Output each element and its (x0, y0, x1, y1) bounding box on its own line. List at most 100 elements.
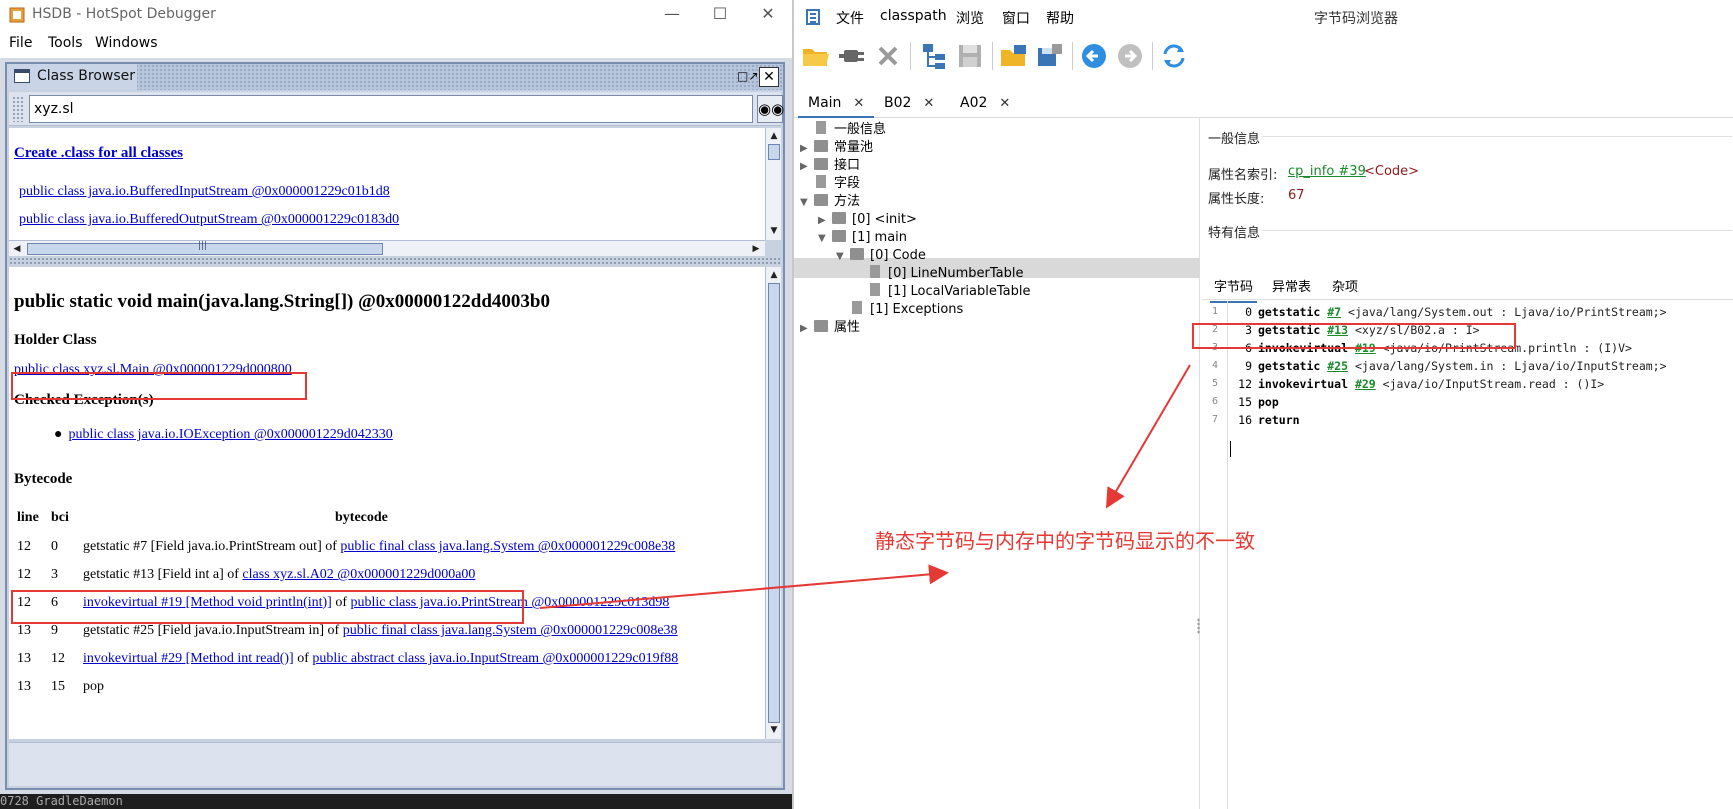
detail-vertical-scrollbar[interactable]: ▲ ▼ (765, 267, 781, 739)
open-folder-icon (832, 230, 846, 242)
refresh-icon[interactable] (1158, 40, 1190, 72)
menu-browse[interactable]: 浏览 (956, 8, 984, 28)
specific-info-heading: 特有信息 (1208, 226, 1261, 241)
document-icon (816, 121, 826, 134)
class-browser-title-bar[interactable]: Class Browser □↗ ✕ (7, 64, 783, 90)
close-tab-icon[interactable]: ✕ (853, 96, 864, 111)
class-list-vertical-scrollbar[interactable]: ▲ ▼ (765, 128, 781, 240)
scroll-down-icon[interactable]: ▼ (767, 723, 781, 737)
save-workspace-icon[interactable] (1034, 40, 1066, 72)
scroll-left-icon[interactable]: ◀ (10, 242, 24, 256)
plug-icon[interactable] (836, 40, 868, 72)
holder-class-link[interactable]: public class xyz.sl.Main @0x000001229d00… (14, 362, 292, 378)
tree-node-exceptions[interactable]: [1] Exceptions (836, 300, 963, 320)
close-tab-icon[interactable]: ✕ (923, 96, 934, 111)
tree-node-constant-pool[interactable]: ▶ 常量池 (800, 138, 873, 158)
binoculars-search-icon[interactable]: ◉◉ (757, 95, 784, 123)
scroll-thumb[interactable] (768, 144, 780, 160)
tree-node-general[interactable]: 一般信息 (800, 120, 886, 140)
tab-a02[interactable]: A02 ✕ (950, 90, 1020, 118)
tab-misc[interactable]: 杂项 (1328, 276, 1362, 301)
menu-windows[interactable]: Windows (95, 35, 158, 51)
tree-node-code[interactable]: ▼ [0] Code (836, 246, 926, 266)
menu-file[interactable]: File (9, 35, 32, 51)
scroll-right-icon[interactable]: ▶ (749, 242, 763, 256)
instruction-text: getstatic #13 [Field int a] of (83, 567, 243, 582)
class-link[interactable]: public abstract class java.io.InputStrea… (312, 651, 678, 666)
expand-arrow-icon[interactable]: ▶ (800, 319, 814, 339)
close-icon[interactable]: ✕ (759, 67, 779, 87)
back-arrow-icon[interactable] (1078, 40, 1110, 72)
bytecode-cell: invokevirtual #19 [Method void println(i… (83, 595, 669, 611)
cp-info-link[interactable]: cp_info #39 (1288, 164, 1366, 179)
tree-node-init[interactable]: ▶ [0] <init> (818, 210, 917, 230)
hierarchy-icon[interactable] (918, 40, 950, 72)
tree-node-attributes[interactable]: ▶ 属性 (800, 318, 860, 338)
tree-node-interfaces[interactable]: ▶ 接口 (800, 156, 860, 176)
close-file-icon[interactable] (872, 40, 904, 72)
cp-ref-link[interactable]: #13 (1327, 323, 1348, 337)
forward-arrow-icon[interactable] (1114, 40, 1146, 72)
close-icon[interactable]: ✕ (748, 3, 788, 27)
tab-main[interactable]: Main ✕ (798, 90, 875, 118)
bytecode-viewer-window: 文件 classpath 浏览 窗口 帮助 字节码浏览器 Main ✕ B02 ✕ … (792, 0, 1733, 809)
menu-classpath[interactable]: classpath (880, 8, 947, 24)
operand: <xyz/sl/B02.a : I> (1354, 323, 1480, 337)
tree-node-label: [0] Code (870, 248, 926, 263)
class-list-item[interactable]: public class java.io.BufferedInputStream… (19, 184, 390, 200)
document-icon (870, 265, 880, 278)
cp-ref-link[interactable]: #19 (1355, 341, 1376, 355)
menu-tools[interactable]: Tools (48, 35, 83, 51)
menu-help[interactable]: 帮助 (1046, 8, 1074, 28)
tree-node-local-variable-table[interactable]: [1] LocalVariableTable (854, 282, 1031, 302)
class-link[interactable]: public final class java.lang.System @0x0… (343, 623, 678, 638)
class-link[interactable]: public final class java.lang.System @0x0… (340, 539, 675, 554)
tab-b02[interactable]: B02 ✕ (874, 90, 944, 118)
method-link[interactable]: invokevirtual #29 [Method int read()] (83, 651, 294, 666)
scroll-up-icon[interactable]: ▲ (767, 129, 781, 143)
tree-node-line-number-table[interactable]: [0] LineNumberTable (854, 264, 1023, 284)
close-tab-icon[interactable]: ✕ (999, 96, 1010, 111)
cp-ref-link[interactable]: #25 (1327, 359, 1348, 373)
tree-node-methods[interactable]: ▼ 方法 (800, 192, 860, 212)
open-workspace-icon[interactable] (998, 40, 1030, 72)
tree-node-main[interactable]: ▼ [1] main (818, 228, 907, 248)
tree-node-label: [1] Exceptions (870, 302, 964, 317)
class-link[interactable]: public class java.io.PrintStream @0x0000… (351, 595, 670, 610)
tab-bytecode[interactable]: 字节码 (1210, 276, 1258, 303)
tab-exception-table[interactable]: 异常表 (1268, 276, 1315, 301)
scroll-down-icon[interactable]: ▼ (767, 224, 781, 238)
cp-ref-link[interactable]: #29 (1355, 377, 1376, 391)
minimize-icon[interactable]: — (652, 3, 692, 27)
maximize-icon[interactable]: ☐ (700, 3, 740, 27)
split-pane-divider[interactable] (9, 257, 781, 265)
method-link[interactable]: invokevirtual #19 [Method void println(i… (83, 595, 332, 610)
menu-window[interactable]: 窗口 (1002, 8, 1030, 28)
collapse-arrow-icon[interactable]: ▼ (818, 229, 832, 249)
scroll-thumb[interactable] (27, 241, 383, 255)
bci-cell: 12 (51, 651, 65, 666)
search-input[interactable] (29, 95, 753, 123)
scroll-thumb[interactable] (768, 283, 780, 723)
restore-icon[interactable]: □↗ (737, 68, 758, 86)
bytecode-editor[interactable]: 1 0 getstatic #7 <java/lang/System.out : L… (1202, 301, 1733, 809)
toolbar-grip[interactable] (12, 96, 24, 122)
open-folder-icon[interactable] (800, 40, 832, 72)
class-list-item[interactable]: public class java.io.BufferedOutputStrea… (19, 212, 399, 228)
tree-node-fields[interactable]: 字段 (800, 174, 860, 194)
collapse-arrow-icon[interactable]: ▼ (836, 247, 850, 267)
save-icon[interactable] (954, 40, 986, 72)
text-caret (1230, 441, 1231, 457)
line-number: 1 (1212, 306, 1219, 317)
exception-link[interactable]: public class java.io.IOException @0x0000… (68, 427, 392, 442)
scroll-up-icon[interactable]: ▲ (767, 268, 781, 282)
split-divider-grip[interactable] (1197, 618, 1200, 634)
operand: <java/io/InputStream.read : ()I> (1382, 377, 1605, 391)
collapse-arrow-icon[interactable]: ▼ (800, 193, 814, 213)
cp-ref-link[interactable]: #7 (1327, 305, 1341, 319)
holder-class-heading: Holder Class (14, 332, 97, 348)
class-link[interactable]: class xyz.sl.A02 @0x000001229d000a00 (242, 567, 475, 582)
menu-file[interactable]: 文件 (836, 8, 864, 28)
create-class-link[interactable]: Create .class for all classes (14, 145, 183, 162)
class-list-horizontal-scrollbar[interactable]: ◀ ▶ (9, 240, 765, 256)
